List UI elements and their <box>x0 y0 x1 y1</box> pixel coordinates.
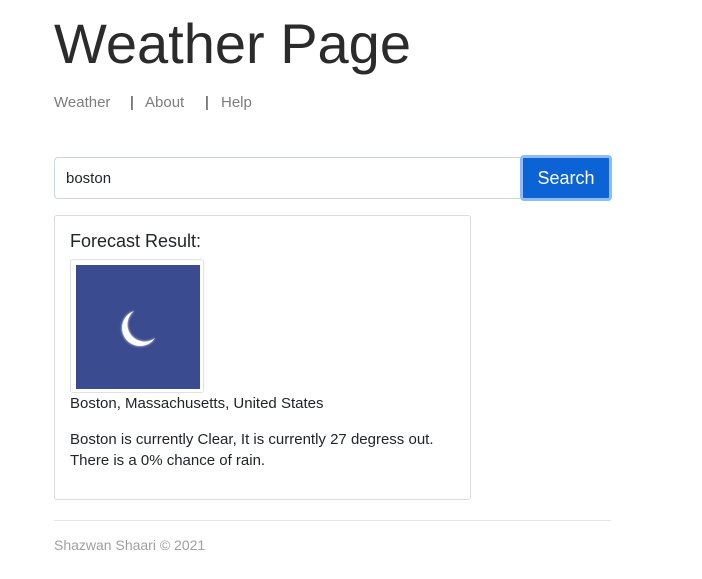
weather-icon-frame <box>70 259 204 393</box>
forecast-line: There is a 0% chance of rain. <box>70 452 266 469</box>
location-text: Boston, Massachusetts, United States <box>70 395 324 412</box>
search-button[interactable]: Search <box>520 155 612 201</box>
footer-copyright: Shazwan Shaari © 2021 <box>54 537 206 553</box>
moon-icon <box>76 265 200 389</box>
forecast-line: Boston is currently Clear, It is current… <box>70 431 434 448</box>
nav-separator: | <box>205 94 209 111</box>
page-title: Weather Page <box>54 12 411 75</box>
forecast-card: Forecast Result: Boston, Massachusetts, … <box>54 215 471 500</box>
nav-link-weather[interactable]: Weather <box>54 94 110 112</box>
forecast-result-title: Forecast Result: <box>70 231 202 251</box>
forecast-text: Boston is currently Clear, It is current… <box>70 429 460 471</box>
nav-separator: | <box>130 94 134 111</box>
nav-link-about[interactable]: About <box>145 94 184 112</box>
search-input[interactable] <box>54 157 520 199</box>
nav-link-help[interactable]: Help <box>221 94 252 112</box>
footer-divider <box>54 520 611 521</box>
